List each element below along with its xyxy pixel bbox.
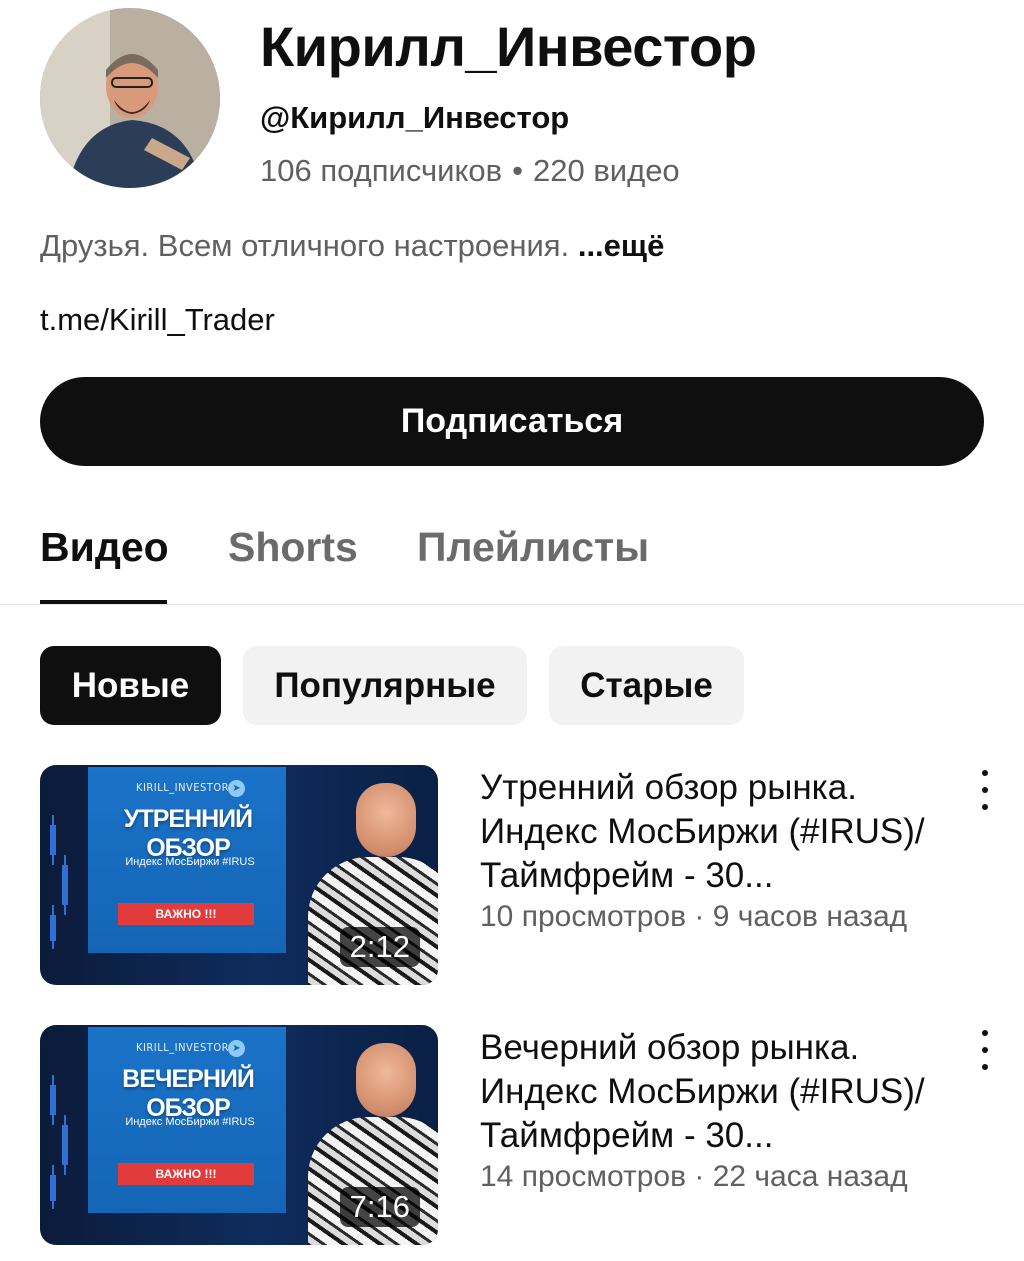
more-actions-icon[interactable]: [970, 1030, 1000, 1070]
video-thumbnail[interactable]: KIRILL_INVESTOR ➤ УТРЕННИЙ ОБЗОР Индекс …: [40, 765, 438, 985]
meta-separator: ·: [694, 1160, 705, 1193]
view-count: 10 просмотров: [480, 900, 687, 933]
avatar-photo: [40, 8, 220, 188]
video-meta: 14 просмотров · 22 часа назад: [480, 1160, 908, 1194]
channel-link[interactable]: t.me/Kirill_Trader: [40, 302, 275, 338]
tab-playlists[interactable]: Плейлисты: [417, 524, 649, 571]
chip-newest[interactable]: Новые: [40, 646, 221, 725]
meta-separator: ·: [694, 900, 705, 933]
chip-popular[interactable]: Популярные: [243, 646, 527, 725]
more-actions-icon[interactable]: [970, 770, 1000, 810]
upload-age: 22 часа назад: [712, 1160, 908, 1193]
upload-age: 9 часов назад: [712, 900, 908, 933]
video-duration: 2:12: [339, 927, 420, 967]
presenter-head: [356, 783, 416, 857]
video-title[interactable]: Вечерний обзор рынка. Индекс МосБиржи (#…: [480, 1026, 950, 1158]
subscribe-button[interactable]: Подписаться: [40, 377, 984, 466]
video-duration: 7:16: [339, 1187, 420, 1227]
thumbnail-brand: KIRILL_INVESTOR: [136, 781, 229, 794]
telegram-icon: ➤: [228, 1040, 245, 1057]
telegram-icon: ➤: [228, 780, 245, 797]
subscriber-count: 106 подписчиков: [260, 153, 503, 188]
channel-name: Кирилл_Инвестор: [260, 15, 757, 78]
view-count: 14 просмотров: [480, 1160, 687, 1193]
video-title[interactable]: Утренний обзор рынка. Индекс МосБиржи (#…: [480, 766, 950, 898]
thumbnail-brand: KIRILL_INVESTOR: [136, 1041, 229, 1054]
video-count: 220 видео: [532, 153, 680, 188]
thumbnail-subtitle: Индекс МосБиржи #IRUS: [125, 1116, 255, 1128]
more-link[interactable]: ...ещё: [578, 228, 664, 263]
channel-stats: 106 подписчиков • 220 видео: [260, 153, 680, 189]
video-thumbnail[interactable]: KIRILL_INVESTOR ➤ ВЕЧЕРНИЙ ОБЗОР Индекс …: [40, 1025, 438, 1245]
thumbnail-subtitle: Индекс МосБиржи #IRUS: [125, 856, 255, 868]
channel-avatar[interactable]: [40, 8, 220, 188]
tab-shorts[interactable]: Shorts: [228, 524, 358, 571]
description-text: Друзья. Всем отличного настроения.: [40, 228, 570, 263]
video-meta: 10 просмотров · 9 часов назад: [480, 900, 907, 934]
presenter-head: [356, 1043, 416, 1117]
thumbnail-badge: ВАЖНО !!!: [118, 1163, 254, 1185]
channel-description[interactable]: Друзья. Всем отличного настроения. ...ещ…: [40, 228, 664, 264]
tabs-divider: [0, 604, 1024, 605]
tab-videos[interactable]: Видео: [40, 524, 169, 571]
chart-candles-decoration: [50, 815, 68, 949]
chip-oldest[interactable]: Старые: [549, 646, 744, 725]
thumbnail-badge: ВАЖНО !!!: [118, 903, 254, 925]
chart-candles-decoration: [50, 1075, 68, 1209]
channel-handle: @Кирилл_Инвестор: [260, 100, 570, 135]
stats-separator: •: [512, 153, 523, 188]
